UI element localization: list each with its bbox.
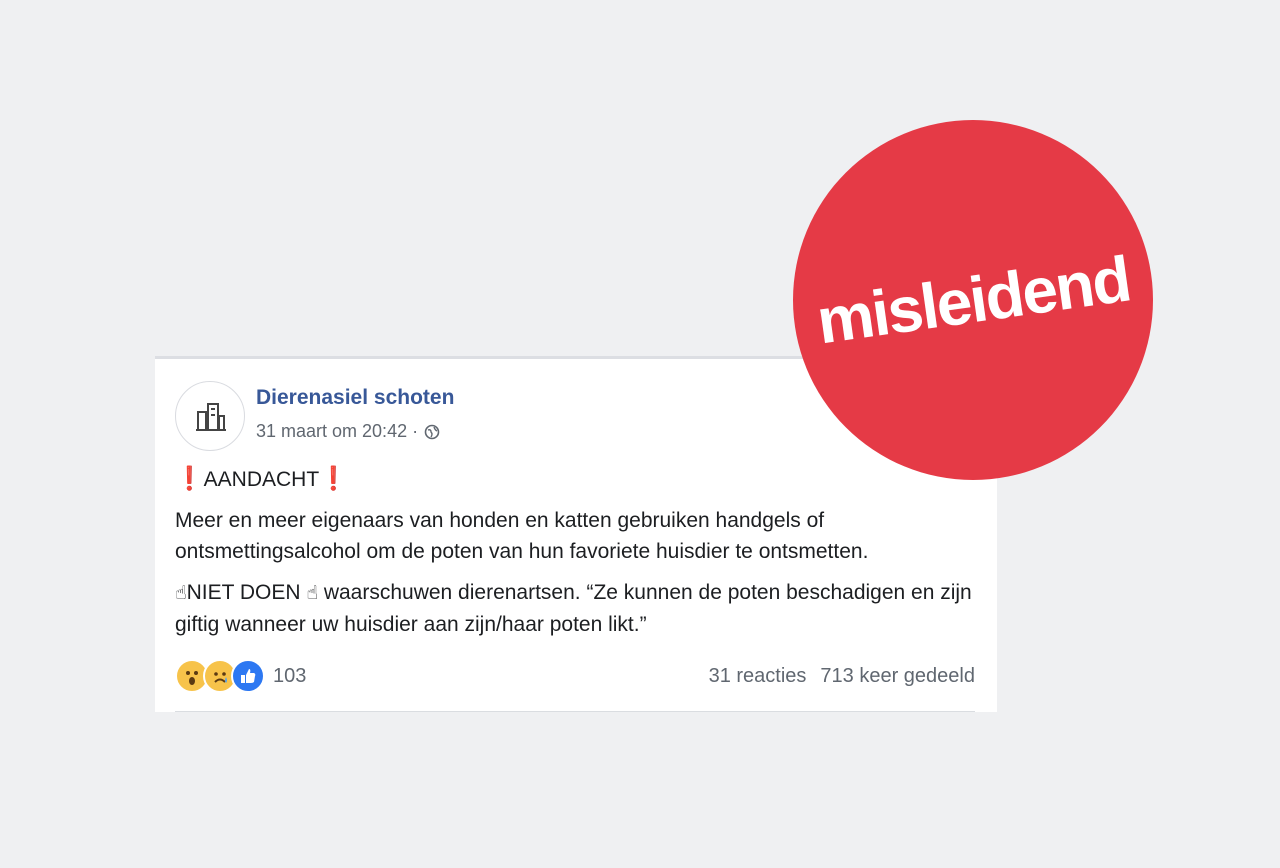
- shelter-logo-icon: [196, 403, 226, 431]
- page-avatar[interactable]: [175, 381, 245, 451]
- pointing-finger-icon: ☝: [175, 583, 187, 604]
- reaction-count: 103: [273, 664, 307, 687]
- page-name-link[interactable]: Dierenasiel schoten: [256, 386, 454, 410]
- stamp-label: misleidend: [812, 242, 1134, 358]
- post-heading: AANDACHT: [203, 468, 320, 491]
- post-paragraph-2: ☝NIET DOEN ☝ waarschuwen dierenartsen. “…: [175, 577, 975, 640]
- misleading-stamp: misleidend: [793, 120, 1153, 480]
- reactions-summary[interactable]: 103: [175, 659, 306, 693]
- like-reaction-icon: [231, 659, 265, 693]
- pointing-finger-icon: ☝: [306, 583, 318, 604]
- exclamation-icon: ❗: [319, 465, 348, 491]
- post-body: ❗AANDACHT❗ Meer en meer eigenaars van ho…: [175, 463, 975, 650]
- divider: [175, 711, 975, 712]
- comments-count-link[interactable]: 31 reacties: [709, 665, 807, 688]
- exclamation-icon: ❗: [175, 465, 204, 491]
- post-timestamp[interactable]: 31 maart om 20:42 ·: [256, 421, 418, 442]
- post-meta: 31 maart om 20:42 ·: [256, 421, 440, 442]
- niet-doen-text: NIET DOEN: [186, 581, 301, 604]
- shares-count-link[interactable]: 713 keer gedeeld: [820, 665, 975, 688]
- globe-icon: [424, 424, 440, 439]
- post-paragraph-1: Meer en meer eigenaars van honden en kat…: [175, 509, 869, 563]
- post-heading-line: ❗AANDACHT❗: [175, 463, 975, 495]
- engagement-stats: 31 reacties 713 keer gedeeld: [709, 665, 975, 688]
